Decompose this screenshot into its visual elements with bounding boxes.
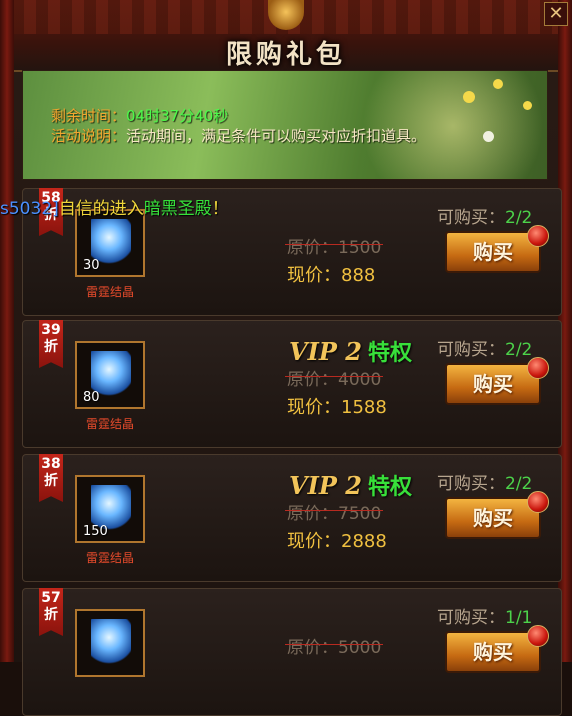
vip-privilege: VIP 2 特权 — [289, 471, 412, 500]
original-price: 原价：7500 — [285, 504, 384, 524]
flower-icon — [483, 131, 494, 142]
discount-tag: 57 折 — [39, 588, 63, 636]
ticker-server: s5032] — [0, 199, 59, 219]
vip-privilege: VIP 2 特权 — [289, 337, 412, 366]
buy-button[interactable]: 购买 — [445, 357, 549, 405]
close-button[interactable]: ✕ — [544, 2, 568, 26]
window-header: 限购礼包 — [0, 0, 572, 72]
buy-button[interactable]: 购买 — [445, 225, 549, 273]
item-name: 雷霆结晶 — [85, 417, 134, 431]
item-slot[interactable]: 80 — [75, 341, 145, 409]
ticker-location: 暗黑圣殿 — [143, 199, 212, 219]
ticker-end: ！ — [211, 199, 229, 219]
item-quantity: 30 — [83, 258, 100, 273]
offer-card: 39 折 80 雷霆结晶 VIP 2 特权 原价：4000 现价：1588 可购买：… — [22, 320, 562, 448]
original-price: 原价：5000 — [285, 638, 384, 658]
remaining-time-row: 剩余时间：04时37分40秒 — [51, 105, 228, 126]
left-border — [0, 0, 14, 662]
buy-indicator-icon — [527, 225, 549, 247]
discount-tag: 38 折 — [39, 454, 63, 502]
event-banner: 剩余时间：04时37分40秒 活动说明：活动期间，满足条件可以购买对应折扣道具。 — [22, 70, 548, 180]
purchase-limit: 可购买：2/2 — [437, 474, 533, 494]
buy-indicator-icon — [527, 625, 549, 647]
item-quantity: 150 — [83, 524, 108, 539]
item-slot[interactable] — [75, 609, 145, 677]
gift-pack-window: 限购礼包 ✕ 剩余时间：04时37分40秒 活动说明：活动期间，满足条件可以购买… — [0, 0, 572, 716]
offer-card: 57 折 原价：5000 可购买：1/1 购买 — [22, 588, 562, 716]
buy-indicator-icon — [527, 357, 549, 379]
purchase-limit: 可购买：2/2 — [437, 208, 533, 228]
original-price: 原价：1500 — [285, 238, 384, 258]
item-name: 雷霆结晶 — [85, 551, 134, 565]
original-price: 原价：4000 — [285, 370, 384, 390]
event-description-label: 活动说明： — [51, 127, 127, 145]
thunder-crystal-icon — [91, 619, 131, 665]
current-price: 现价：1588 — [287, 397, 387, 418]
remaining-time-value: 04时37分40秒 — [126, 107, 229, 125]
purchase-limit: 可购买：2/2 — [437, 340, 533, 360]
purchase-limit: 可购买：1/1 — [437, 608, 533, 628]
flower-icon — [523, 101, 532, 110]
event-description-row: 活动说明：活动期间，满足条件可以购买对应折扣道具。 — [51, 125, 426, 146]
event-description-value: 活动期间，满足条件可以购买对应折扣道具。 — [126, 127, 427, 145]
flower-icon — [493, 79, 503, 89]
buy-button[interactable]: 购买 — [445, 491, 549, 539]
window-title: 限购礼包 — [225, 40, 346, 70]
discount-tag: 39 折 — [39, 320, 63, 368]
remaining-time-label: 剩余时间： — [51, 107, 127, 125]
item-quantity: 80 — [83, 390, 100, 405]
item-slot[interactable]: 150 — [75, 475, 145, 543]
offer-card: 38 折 150 雷霆结晶 VIP 2 特权 原价：7500 现价：2888 可购买… — [22, 454, 562, 582]
current-price: 现价：2888 — [287, 531, 387, 552]
current-price: 现价：888 — [287, 265, 376, 286]
ticker-text: 自信的进入 — [58, 199, 144, 219]
buy-indicator-icon — [527, 491, 549, 513]
flower-icon — [463, 91, 475, 103]
buy-button[interactable]: 购买 — [445, 625, 549, 673]
broadcast-ticker: s5032]自信的进入暗黑圣殿！ — [0, 194, 229, 219]
item-slot[interactable]: 30 — [75, 209, 145, 277]
item-name: 雷霆结晶 — [85, 285, 134, 299]
